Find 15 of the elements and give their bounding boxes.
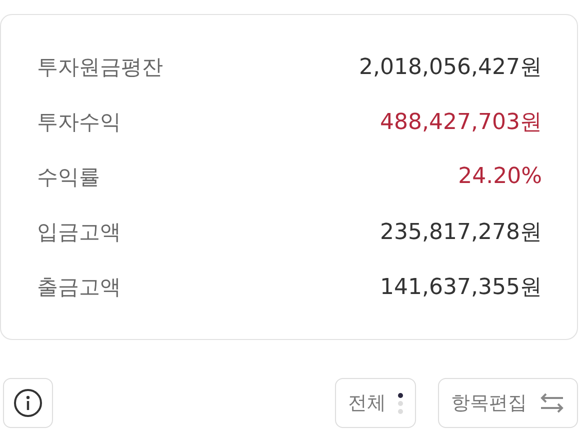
row-label: 입금고액 bbox=[37, 218, 121, 246]
row-value: 141,637,355원 bbox=[380, 274, 542, 302]
row-label: 출금고액 bbox=[37, 274, 121, 300]
row-label: 수익률 bbox=[37, 164, 100, 190]
swap-arrows-icon bbox=[539, 392, 565, 414]
info-icon bbox=[13, 388, 43, 418]
row-value: 235,817,278원 bbox=[380, 218, 542, 246]
row-label: 투자수익 bbox=[37, 108, 121, 136]
row-label: 투자원금평잔 bbox=[37, 54, 163, 80]
row-value: 2,018,056,427원 bbox=[359, 54, 542, 82]
filter-button[interactable]: 전체 bbox=[335, 378, 416, 428]
edit-button[interactable]: 항목편집 bbox=[438, 378, 578, 428]
row-value: 488,427,703원 bbox=[380, 108, 542, 136]
info-button[interactable] bbox=[3, 378, 53, 428]
row-value: 24.20% bbox=[458, 164, 542, 189]
